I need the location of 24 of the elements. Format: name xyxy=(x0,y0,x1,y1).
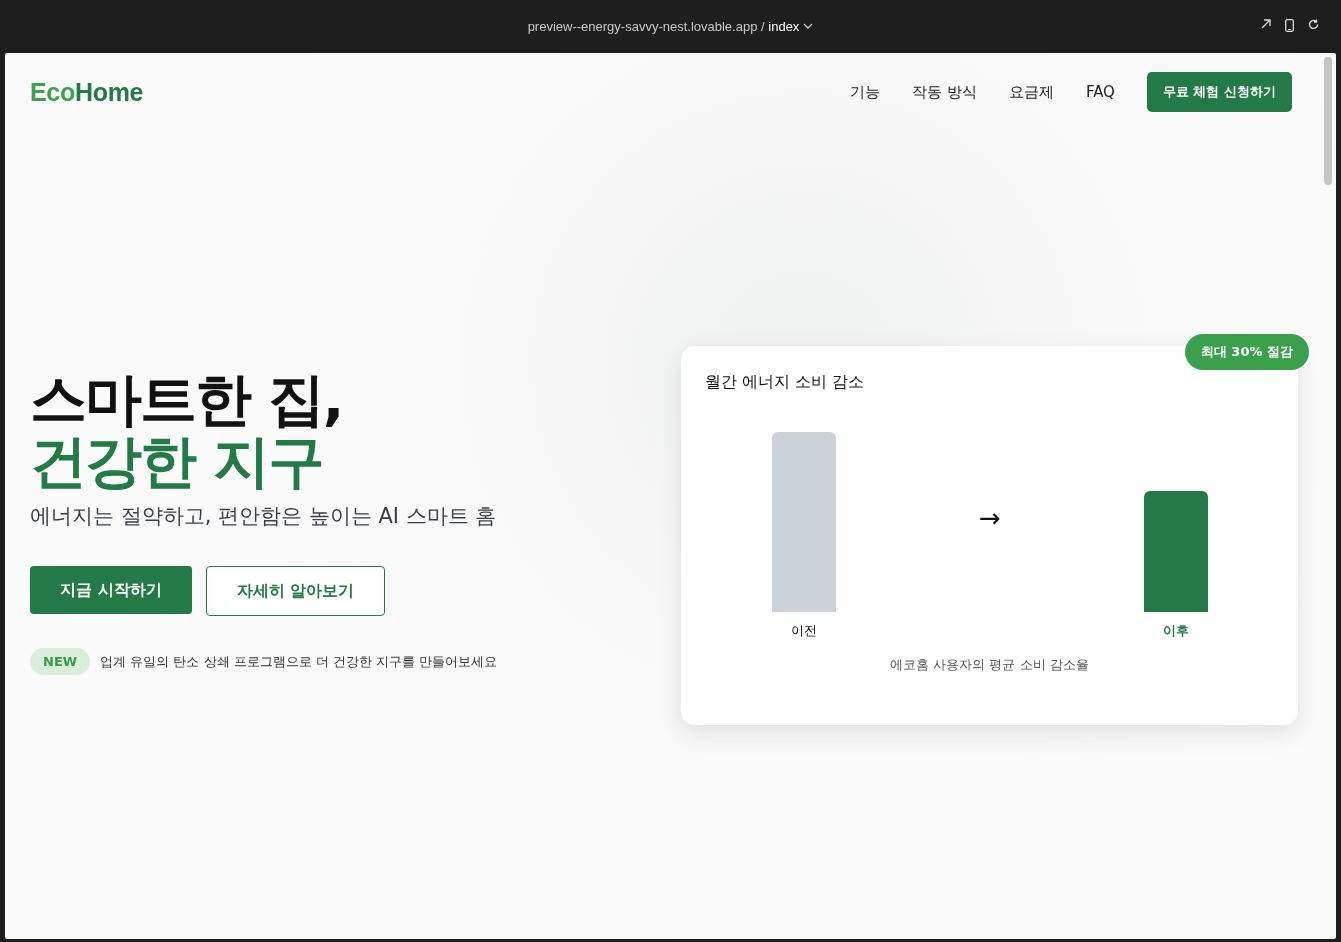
card-title: 월간 에너지 소비 감소 xyxy=(705,372,866,393)
refresh-icon[interactable] xyxy=(1308,19,1319,30)
arrow: → xyxy=(979,502,1001,533)
nav-link[interactable]: FAQ xyxy=(1085,83,1115,101)
url-text[interactable]: preview--energy-savvy-nest.lovable.app / index xyxy=(527,18,800,34)
nav-link[interactable]: 요금제 xyxy=(1008,82,1054,102)
logo[interactable]: EcoHome xyxy=(30,77,144,107)
bar-label: 이전 xyxy=(791,622,817,640)
start-button[interactable]: 지금 시작하기 xyxy=(30,566,192,614)
scrollbar-thumb[interactable] xyxy=(1324,57,1332,185)
external-link-icon[interactable] xyxy=(1261,19,1271,29)
chart-caption: 에코홈 사용자의 평균 소비 감소율 xyxy=(889,656,1090,674)
chevron-down-icon[interactable] xyxy=(803,23,814,29)
hero-subtitle: 에너지는 절약하고, 편안함은 높이는 AI 스마트 홈 xyxy=(30,503,498,530)
nav-link[interactable]: 작동 방식 xyxy=(912,82,977,102)
bar-label: 이후 xyxy=(1163,622,1189,640)
free-trial-button[interactable]: 무료 체험 신청하기 xyxy=(1146,72,1292,112)
learn-more-button[interactable]: 자세히 알아보기 xyxy=(206,566,385,616)
phone-icon[interactable] xyxy=(1285,19,1294,32)
new-badge: NEW xyxy=(30,648,91,675)
nav-link[interactable]: 기능 xyxy=(850,82,881,102)
hero-title: 스마트한 집, 건강한 지구 xyxy=(30,368,344,492)
savings-badge: 최대 30% 절감 xyxy=(1184,334,1309,370)
announcement-text: 업계 유일의 탄소 상쇄 프로그램으로 더 건강한 지구를 만들어보세요 xyxy=(100,652,498,671)
